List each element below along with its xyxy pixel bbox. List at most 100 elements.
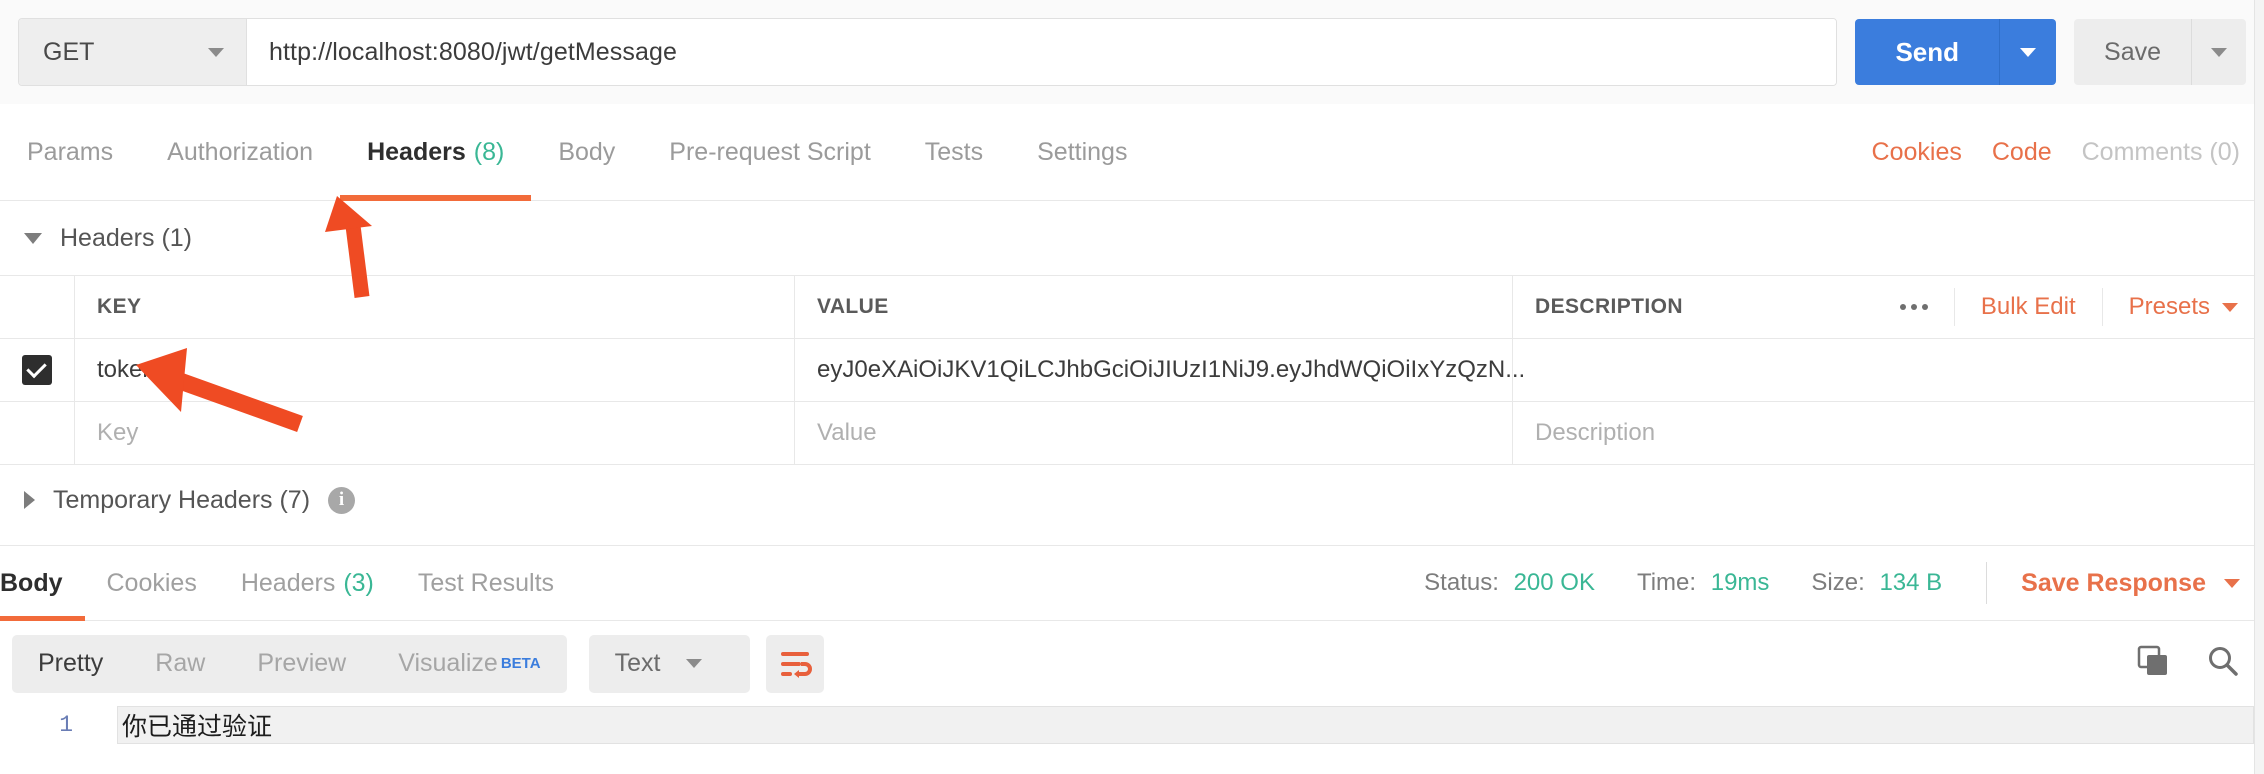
chevron-down-icon — [2222, 302, 2238, 312]
request-tabs-bar: Params Authorization Headers (8) Body Pr… — [0, 105, 2264, 201]
tab-label: Body — [558, 138, 616, 166]
bulk-edit-button[interactable]: Bulk Edit — [1955, 288, 2103, 326]
headers-section-header: Headers (1) — [0, 201, 2264, 275]
search-icon — [2209, 647, 2238, 676]
tab-label: Pre-request Script — [669, 138, 871, 166]
search-button[interactable] — [2206, 644, 2240, 683]
time-label: Time: — [1636, 569, 1697, 596]
response-tab-test-results[interactable]: Test Results — [396, 546, 576, 621]
response-body-viewer: 1 你已通过验证 — [0, 706, 2264, 774]
column-header-description: DESCRIPTION Bulk Edit Presets — [1513, 276, 2264, 338]
request-url-text: http://localhost:8080/jwt/getMessage — [269, 37, 678, 66]
postman-request-response-pane: GET http://localhost:8080/jwt/getMessage… — [0, 0, 2264, 774]
row-checkbox-cell — [0, 339, 75, 401]
line-number-gutter: 1 — [0, 706, 95, 774]
word-wrap-icon — [781, 651, 813, 678]
request-tabs: Params Authorization Headers (8) Body Pr… — [0, 105, 1154, 201]
response-tabs-bar: Body Cookies Headers (3) Test Results St… — [0, 545, 2264, 621]
tab-label: Authorization — [167, 138, 314, 166]
save-options-button[interactable] — [2191, 19, 2246, 85]
chevron-down-icon — [2211, 47, 2227, 57]
save-button-group: Save — [2074, 19, 2246, 85]
time-badge: Time: 19ms — [1637, 569, 1769, 597]
temporary-headers-section[interactable]: Temporary Headers (7) i — [0, 462, 2264, 538]
save-response-button[interactable]: Save Response — [2021, 569, 2206, 598]
response-tab-headers[interactable]: Headers (3) — [219, 546, 396, 621]
new-key-input[interactable]: Key — [75, 402, 795, 464]
word-wrap-toggle[interactable] — [766, 634, 825, 693]
presets-button[interactable]: Presets — [2103, 288, 2264, 326]
chevron-down-icon — [2020, 47, 2037, 57]
viewer-mode-pretty[interactable]: Pretty — [12, 635, 129, 693]
request-tabs-actions: Cookies Code Comments (0) — [1872, 138, 2264, 167]
tab-params[interactable]: Params — [0, 105, 140, 201]
viewer-action-icons — [2136, 644, 2240, 683]
request-url-input[interactable]: http://localhost:8080/jwt/getMessage — [247, 19, 1837, 85]
viewer-mode-label: Preview — [257, 649, 347, 677]
column-header-key: KEY — [75, 276, 795, 338]
vertical-scrollbar[interactable] — [2254, 0, 2264, 774]
response-body-line[interactable]: 你已通过验证 — [117, 706, 2254, 744]
row-key-cell[interactable]: token — [75, 339, 795, 401]
http-method-select[interactable]: GET — [19, 19, 247, 85]
dot — [1921, 304, 1928, 310]
tab-authorization[interactable]: Authorization — [140, 105, 340, 201]
tab-label: Test Results — [417, 568, 555, 597]
presets-label: Presets — [2128, 293, 2210, 320]
status-label: Status: — [1424, 569, 1499, 596]
response-format-select[interactable]: Text — [588, 634, 751, 693]
size-label: Size: — [1811, 569, 1865, 596]
viewer-mode-preview[interactable]: Preview — [231, 635, 372, 693]
tab-label: Params — [27, 138, 114, 166]
response-format-label: Text — [614, 649, 661, 677]
temporary-headers-title: Temporary Headers (7) — [53, 485, 311, 514]
viewer-mode-label: Raw — [155, 649, 206, 677]
response-body-text: 你已通过验证 — [122, 713, 273, 741]
comments-link[interactable]: Comments (0) — [2082, 138, 2240, 167]
dot — [1899, 304, 1906, 310]
beta-badge: BETA — [500, 655, 541, 672]
viewer-mode-label: Visualize — [398, 649, 498, 677]
tab-label: Headers — [367, 138, 466, 166]
more-options-icon[interactable] — [1874, 288, 1955, 326]
send-button-group: Send — [1855, 19, 2057, 85]
row-value-cell[interactable]: eyJ0eXAiOiJKV1QiLCJhbGciOiJIUzI1NiJ9.eyJ… — [795, 339, 1525, 401]
row-checkbox[interactable] — [22, 355, 52, 385]
response-tab-cookies[interactable]: Cookies — [85, 546, 219, 621]
column-header-key-label: KEY — [97, 295, 142, 318]
headers-table: KEY VALUE DESCRIPTION Bulk Edit Presets … — [0, 275, 2264, 465]
cookies-link[interactable]: Cookies — [1872, 138, 1962, 167]
send-options-button[interactable] — [1999, 19, 2057, 85]
new-description-placeholder: Description — [1535, 419, 1656, 446]
new-value-placeholder: Value — [817, 419, 877, 446]
tab-headers[interactable]: Headers (8) — [340, 105, 532, 201]
tab-label: Tests — [924, 138, 984, 166]
row-value-value: eyJ0eXAiOiJKV1QiLCJhbGciOiJIUzI1NiJ9.eyJ… — [817, 356, 1526, 383]
headers-section-title: Headers (1) — [60, 223, 192, 252]
expand-triangle-right-icon[interactable] — [24, 491, 35, 509]
save-button[interactable]: Save — [2074, 19, 2191, 85]
tab-body[interactable]: Body — [531, 105, 642, 201]
viewer-mode-visualize[interactable]: Visualize BETA — [372, 635, 566, 693]
status-value: 200 OK — [1513, 569, 1595, 596]
viewer-mode-raw[interactable]: Raw — [129, 635, 231, 693]
code-link[interactable]: Code — [1992, 138, 2052, 167]
row-description-cell[interactable] — [1513, 339, 2264, 401]
new-key-placeholder: Key — [97, 419, 139, 446]
copy-icon — [2137, 645, 2167, 675]
chevron-down-icon[interactable] — [2224, 578, 2240, 588]
row-checkbox-cell-empty — [0, 402, 75, 464]
new-value-input[interactable]: Value — [795, 402, 1513, 464]
tab-pre-request-script[interactable]: Pre-request Script — [642, 105, 897, 201]
response-meta-bar: Status: 200 OK Time: 19ms Size: 134 B Sa… — [1382, 562, 2264, 604]
response-tab-body[interactable]: Body — [0, 546, 85, 621]
copy-button[interactable] — [2136, 644, 2170, 683]
collapse-triangle-down-icon[interactable] — [24, 232, 42, 244]
tab-settings[interactable]: Settings — [1010, 105, 1154, 201]
send-button[interactable]: Send — [1855, 19, 2000, 85]
info-icon[interactable]: i — [328, 486, 356, 514]
tab-tests[interactable]: Tests — [898, 105, 1010, 201]
new-description-input[interactable]: Description — [1513, 402, 2264, 464]
status-badge: Status: 200 OK — [1424, 569, 1595, 597]
row-key-value: token — [97, 356, 156, 383]
